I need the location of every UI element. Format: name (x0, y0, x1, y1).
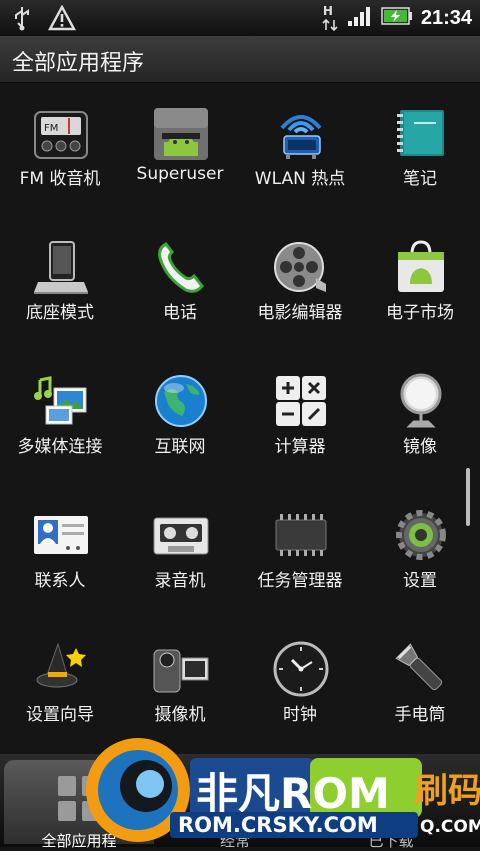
app-contacts[interactable]: 联系人 (0, 484, 120, 618)
dock-icon (34, 241, 88, 294)
radio-icon: FM (34, 111, 88, 159)
phone-icon (158, 242, 204, 293)
app-internet[interactable]: 互联网 (120, 350, 240, 484)
mirror-icon (400, 373, 442, 428)
app-voice-recorder[interactable]: 录音机 (120, 484, 240, 618)
crsky-logo-icon: 非凡ROM ROM.CRSKY.COM 刷码 Q.COM (86, 738, 480, 842)
app-label: 设置向导 (26, 705, 94, 725)
app-superuser[interactable]: Superuser (120, 82, 240, 216)
app-label: 互联网 (154, 437, 206, 457)
app-grid: FM FM 收音机 Superuser WLAN 热点 笔记 底座模式 电话 电… (0, 82, 480, 754)
app-label: FM 收音机 (19, 169, 101, 189)
app-fm-radio[interactable]: FM FM 收音机 (0, 82, 120, 216)
app-label: 录音机 (154, 571, 206, 591)
app-dock-mode[interactable]: 底座模式 (0, 216, 120, 350)
film-reel-icon (274, 242, 326, 292)
contacts-card-icon (34, 516, 88, 554)
globe-icon (155, 375, 207, 427)
wifi-hotspot-icon (280, 115, 322, 159)
wizard-hat-icon (36, 642, 86, 688)
app-label: 镜像 (403, 437, 437, 457)
watermark-side-url: Q.COM (420, 817, 480, 837)
usb-icon (10, 5, 34, 35)
app-label: Superuser (136, 164, 224, 184)
android-superuser-icon (154, 108, 208, 160)
app-label: WLAN 热点 (254, 169, 346, 189)
cassette-icon (153, 517, 209, 555)
camcorder-icon (153, 649, 209, 693)
network-type-icon: H (321, 4, 339, 32)
app-label: 摄像机 (154, 705, 206, 725)
gear-icon (396, 510, 446, 560)
header: 全部应用程序 (0, 36, 480, 83)
app-media-connect[interactable]: 多媒体连接 (0, 350, 120, 484)
watermark-url: ROM.CRSKY.COM (178, 813, 378, 837)
app-movie-editor[interactable]: 电影编辑器 (240, 216, 360, 350)
flashlight-icon (395, 643, 443, 691)
app-mirror[interactable]: 镜像 (360, 350, 480, 484)
scroll-indicator[interactable] (466, 468, 470, 526)
app-label: 多媒体连接 (17, 437, 103, 457)
watermark-side-text: 刷码 (414, 771, 480, 811)
app-label: 电影编辑器 (257, 303, 343, 323)
app-label: 手电筒 (394, 705, 446, 725)
calculator-icon (276, 376, 326, 426)
app-phone[interactable]: 电话 (120, 216, 240, 350)
page-title: 全部应用程序 (12, 51, 145, 76)
app-settings[interactable]: 设置 (360, 484, 480, 618)
market-bag-icon (398, 240, 444, 292)
app-label: 联系人 (34, 571, 86, 591)
signal-strength-icon (347, 5, 373, 31)
status-bar: H 21:34 (0, 0, 480, 36)
app-notes[interactable]: 笔记 (360, 82, 480, 216)
app-label: 任务管理器 (257, 571, 343, 591)
media-connect-icon (34, 376, 87, 425)
warning-icon (47, 4, 77, 35)
notebook-icon (397, 110, 444, 156)
clock-icon (273, 641, 329, 697)
app-wlan-hotspot[interactable]: WLAN 热点 (240, 82, 360, 216)
app-label: 电话 (163, 303, 197, 323)
chip-icon (275, 514, 327, 556)
app-label: 笔记 (403, 169, 437, 189)
app-label: 设置 (403, 571, 437, 591)
watermark-brand: 非凡ROM (196, 769, 390, 818)
app-task-manager[interactable]: 任务管理器 (240, 484, 360, 618)
app-calculator[interactable]: 计算器 (240, 350, 360, 484)
app-label: 电子市场 (386, 303, 454, 323)
app-label: 计算器 (274, 437, 326, 457)
battery-charging-icon (381, 6, 413, 30)
clock-time: 21:34 (420, 6, 472, 29)
app-label: 时钟 (283, 705, 317, 725)
app-market[interactable]: 电子市场 (360, 216, 480, 350)
svg-text:FM: FM (44, 123, 58, 134)
watermark-logo: 非凡ROM ROM.CRSKY.COM 刷码 Q.COM (70, 728, 480, 847)
app-label: 底座模式 (26, 303, 94, 323)
